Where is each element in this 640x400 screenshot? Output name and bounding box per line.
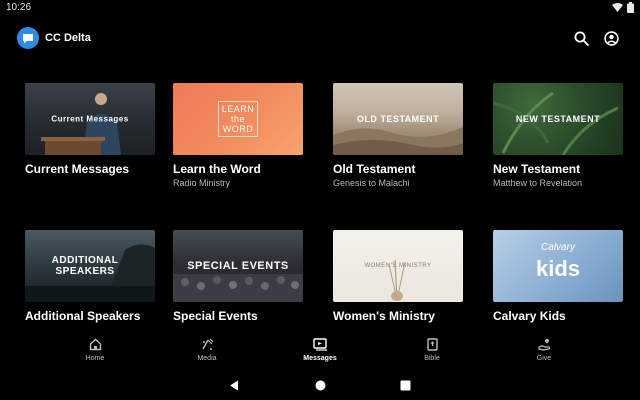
media-icon xyxy=(201,338,213,350)
status-bar: 10:26 xyxy=(0,0,640,16)
card-womens-ministry[interactable]: WOMEN'S MINISTRY Women's Ministry xyxy=(333,230,463,323)
new-testament-thumbnail: NEW TESTAMENT xyxy=(493,83,623,155)
bible-icon xyxy=(426,337,438,351)
bottom-nav: Home Media Messages Bible Give xyxy=(0,336,640,368)
calvary-kids-thumb-text-top: Calvary xyxy=(541,242,575,253)
new-testament-thumb-text: NEW TESTAMENT xyxy=(515,114,601,124)
nav-label: Media xyxy=(197,355,217,362)
card-title: Old Testament xyxy=(333,162,416,176)
womens-ministry-thumb-text: WOMEN'S MINISTRY xyxy=(364,263,432,269)
card-title: New Testament xyxy=(493,162,581,176)
app-actions xyxy=(572,29,620,47)
card-title: Additional Speakers xyxy=(25,309,141,323)
give-icon xyxy=(537,338,550,351)
card-old-testament[interactable]: OLD TESTAMENT Old Testament Genesis to M… xyxy=(333,83,463,188)
nav-label: Home xyxy=(85,355,105,362)
card-title: Special Events xyxy=(173,309,258,323)
system-nav-bar xyxy=(0,374,640,394)
calvary-kids-thumb-text: kids xyxy=(535,256,581,281)
status-time: 10:26 xyxy=(6,2,32,13)
card-learn-the-word[interactable]: LEARN the WORD Learn the Word Radio Mini… xyxy=(173,83,303,188)
calvary-kids-thumbnail: Calvary kids xyxy=(493,230,623,302)
card-title: Current Messages xyxy=(25,162,130,176)
nav-label: Give xyxy=(536,355,552,362)
special-events-thumb-text: SPECIAL EVENTS xyxy=(187,260,289,272)
chat-bubble-icon xyxy=(23,33,33,43)
card-new-testament[interactable]: NEW TESTAMENT New Testament Matthew to R… xyxy=(493,83,623,188)
status-icons xyxy=(612,2,634,13)
battery-icon xyxy=(627,2,634,13)
card-title: Women's Ministry xyxy=(333,309,435,323)
account-button[interactable] xyxy=(602,29,620,47)
card-current-messages[interactable]: Current Messages Current Messages xyxy=(25,83,155,176)
app-bar: CC Delta xyxy=(0,24,640,52)
card-additional-speakers[interactable]: ADDITIONAL SPEAKERS Additional Speakers xyxy=(25,230,155,323)
card-special-events[interactable]: SPECIAL EVENTS Special Events xyxy=(173,230,303,323)
search-button[interactable] xyxy=(572,29,590,47)
account-icon xyxy=(603,30,619,46)
nav-bible[interactable]: Bible xyxy=(402,336,462,362)
nav-media[interactable]: Media xyxy=(177,336,237,362)
special-events-thumbnail: SPECIAL EVENTS xyxy=(173,230,303,302)
nav-messages[interactable]: Messages xyxy=(290,336,350,362)
additional-speakers-thumbnail: ADDITIONAL SPEAKERS xyxy=(25,230,155,302)
womens-ministry-thumbnail: WOMEN'S MINISTRY xyxy=(333,230,463,302)
home-icon xyxy=(89,338,101,350)
app-title: CC Delta xyxy=(45,32,91,44)
learn-the-word-thumb-text: LEARN the WORD xyxy=(218,101,258,137)
app-logo xyxy=(17,27,39,49)
system-recents-button[interactable] xyxy=(398,378,412,392)
learn-the-word-thumbnail: LEARN the WORD xyxy=(173,83,303,155)
messages-icon xyxy=(312,337,327,351)
nav-label: Bible xyxy=(424,355,440,362)
card-calvary-kids[interactable]: Calvary kids Calvary Kids xyxy=(493,230,623,323)
nav-home[interactable]: Home xyxy=(65,336,125,362)
old-testament-thumbnail: OLD TESTAMENT xyxy=(333,83,463,155)
back-icon xyxy=(230,380,238,390)
current-messages-thumbnail: Current Messages xyxy=(25,83,155,155)
current-messages-thumb-text: Current Messages xyxy=(51,114,129,124)
old-testament-thumb-text: OLD TESTAMENT xyxy=(356,114,440,124)
wifi-icon xyxy=(612,3,623,12)
home-circle-icon xyxy=(315,380,325,390)
card-title: Learn the Word xyxy=(173,162,261,176)
system-home-button[interactable] xyxy=(313,378,327,392)
system-back-button[interactable] xyxy=(227,378,241,392)
search-icon xyxy=(574,31,589,46)
card-title: Calvary Kids xyxy=(493,309,566,323)
card-subtitle: Radio Ministry xyxy=(173,178,231,188)
card-subtitle: Genesis to Malachi xyxy=(333,178,410,188)
card-subtitle: Matthew to Revelation xyxy=(493,178,583,188)
additional-speakers-thumb-text: ADDITIONAL SPEAKERS xyxy=(51,255,119,277)
recents-icon xyxy=(400,380,410,390)
nav-label: Messages xyxy=(303,355,337,362)
nav-give[interactable]: Give xyxy=(514,336,574,362)
